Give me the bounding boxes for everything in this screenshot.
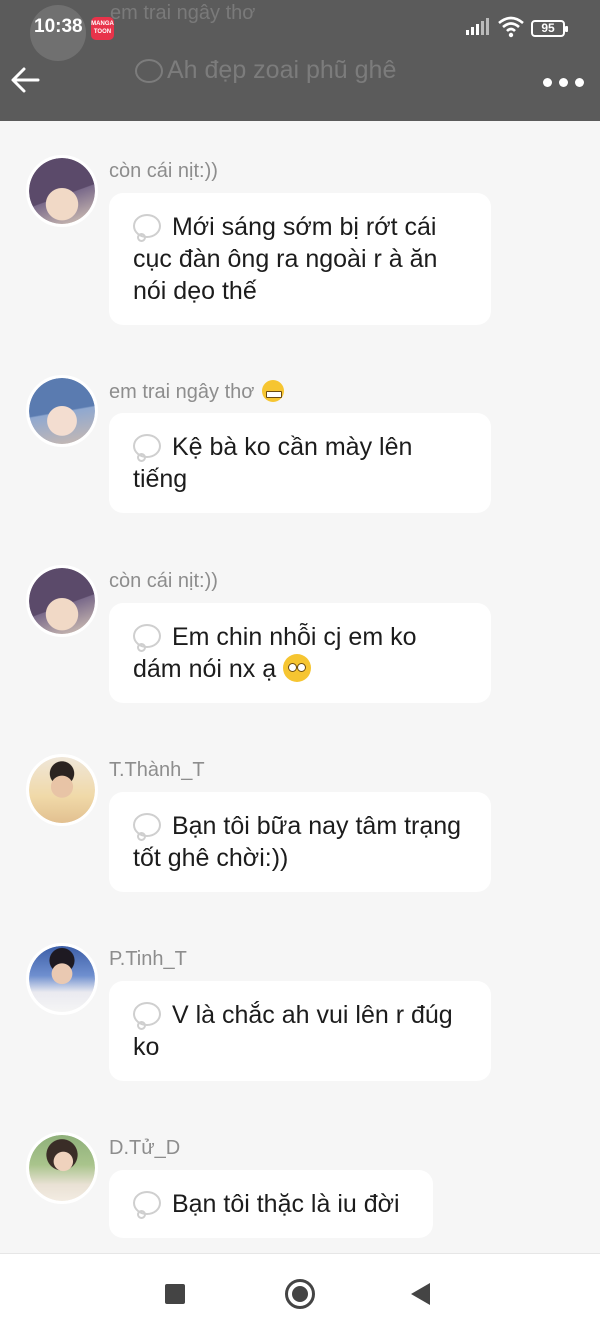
dot: [543, 77, 552, 87]
thought-bubble-icon: [135, 58, 163, 83]
sender-name: còn cái nịt:)): [109, 160, 218, 182]
top-app-bar: em trai ngây thơ Ah đẹp zoai phũ ghê 10:…: [0, 0, 600, 121]
signal-icon: [466, 18, 489, 35]
avatar[interactable]: [26, 754, 98, 826]
status-bar: 10:38 MANGA TOON 95: [0, 14, 600, 46]
avatar[interactable]: [26, 565, 98, 637]
sender-name: còn cái nịt:)): [109, 570, 218, 592]
nav-back-button[interactable]: [411, 1283, 430, 1305]
message-text: Kệ bà ko cần mày lên tiếng: [133, 433, 413, 493]
avatar[interactable]: [26, 375, 98, 447]
home-button[interactable]: [285, 1279, 315, 1309]
thought-bubble-icon: [133, 434, 161, 462]
clock: 10:38: [34, 16, 83, 37]
wifi-icon: [498, 16, 524, 38]
app-notification-icon: MANGA TOON: [91, 17, 114, 40]
sender-name: D.Tử_D: [109, 1137, 181, 1159]
thought-bubble-icon: [133, 1191, 161, 1219]
message-text: Bạn tôi bữa nay tâm trạng tốt ghê chời:)…: [133, 812, 462, 872]
more-options-button[interactable]: [543, 72, 584, 92]
sender-name: T.Thành_T: [109, 759, 205, 781]
sender-name: P.Tinh_T: [109, 948, 187, 970]
dot: [559, 77, 568, 87]
avatar[interactable]: [26, 1132, 98, 1204]
message-text: V là chắc ah vui lên r đúg ko: [133, 1001, 453, 1061]
grin-emoji-icon: [261, 380, 284, 402]
battery-indicator: 95: [531, 20, 568, 37]
message-bubble[interactable]: Bạn tôi thặc là iu đời: [109, 1170, 433, 1238]
message-bubble[interactable]: Kệ bà ko cần mày lên tiếng: [109, 413, 491, 513]
system-navigation-bar: [0, 1253, 600, 1333]
sender-name: em trai ngây thơ: [109, 380, 284, 404]
eye-roll-emoji-icon: [283, 654, 312, 682]
recents-button[interactable]: [165, 1284, 185, 1304]
previous-message-text: Ah đẹp zoai phũ ghê: [135, 56, 396, 85]
message-text: Mới sáng sớm bị rớt cái cục đàn ông ra n…: [133, 213, 438, 305]
message-bubble[interactable]: V là chắc ah vui lên r đúg ko: [109, 981, 491, 1081]
thought-bubble-icon: [133, 624, 161, 652]
thought-bubble-icon: [133, 214, 161, 242]
message-bubble[interactable]: Em chin nhỗi cj em ko dám nói nx ạ: [109, 603, 491, 703]
avatar[interactable]: [26, 943, 98, 1015]
message-text: Em chin nhỗi cj em ko dám nói nx ạ: [133, 623, 417, 683]
message-text: Bạn tôi thặc là iu đời: [171, 1190, 400, 1218]
message-bubble[interactable]: Mới sáng sớm bị rớt cái cục đàn ông ra n…: [109, 193, 491, 325]
back-arrow-icon[interactable]: [8, 62, 44, 98]
thought-bubble-icon: [133, 813, 161, 841]
avatar[interactable]: [26, 155, 98, 227]
thought-bubble-icon: [133, 1002, 161, 1030]
dot: [575, 77, 584, 87]
message-bubble[interactable]: Bạn tôi bữa nay tâm trạng tốt ghê chời:)…: [109, 792, 491, 892]
